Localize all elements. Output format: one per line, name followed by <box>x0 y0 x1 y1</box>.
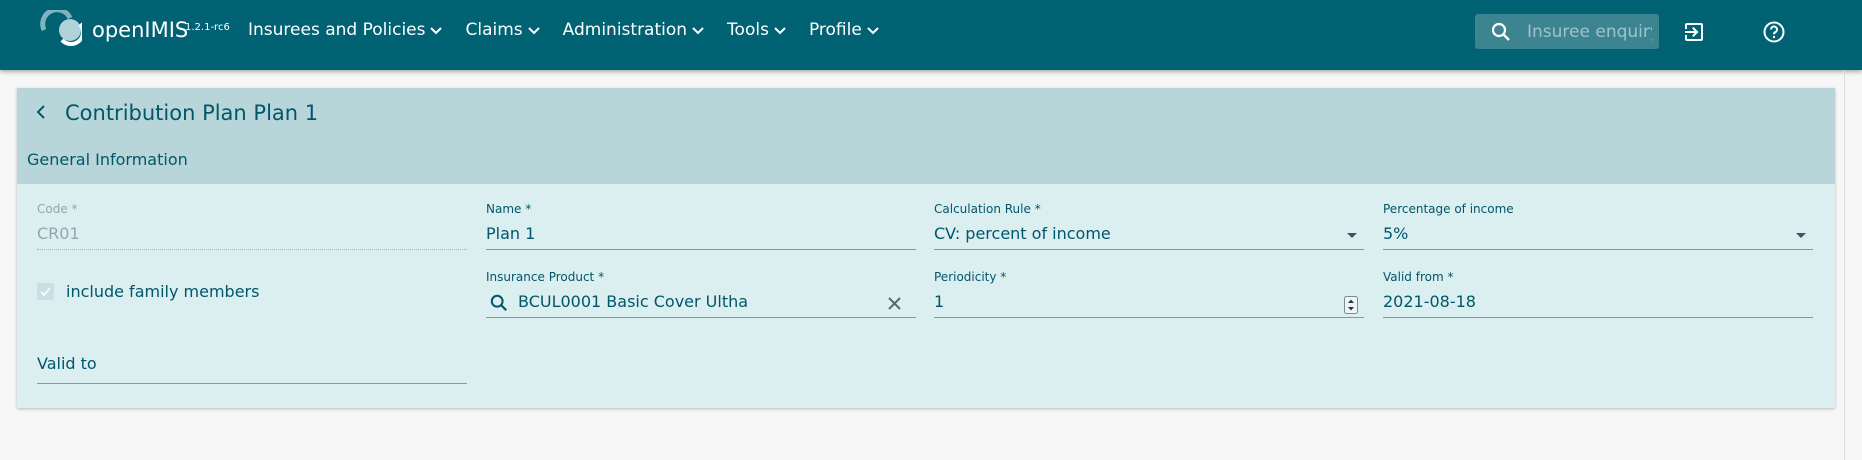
calculation-rule-select[interactable]: CV: percent of income <box>934 224 1364 250</box>
insurance-product-label: Insurance Product * <box>486 270 605 284</box>
checkbox-box[interactable] <box>37 283 54 300</box>
periodicity-input[interactable]: 1 <box>934 292 1364 318</box>
menu-profile[interactable]: Profile <box>809 20 880 40</box>
chevron-down-icon <box>692 27 704 35</box>
calculation-rule-label: Calculation Rule * <box>934 202 1041 216</box>
calculation-rule-field: Calculation Rule * CV: percent of income <box>934 202 1364 250</box>
back-arrow-icon[interactable] <box>33 104 49 120</box>
include-family-checkbox[interactable]: include family members <box>37 282 259 301</box>
calculation-rule-value: CV: percent of income <box>934 224 1111 243</box>
chevron-down-icon <box>430 27 443 35</box>
include-family-label: include family members <box>66 282 260 301</box>
insuree-enquiry-input[interactable] <box>1527 21 1652 42</box>
valid-from-field: Valid from * 2021-08-18 <box>1383 270 1813 318</box>
contribution-plan-form: Contribution Plan Plan 1 General Informa… <box>17 88 1835 408</box>
percentage-income-select[interactable]: 5% <box>1383 224 1813 250</box>
chevron-down-icon <box>867 27 879 35</box>
percentage-income-value: 5% <box>1383 224 1409 243</box>
valid-from-input[interactable]: 2021-08-18 <box>1383 292 1813 318</box>
menu-label: Tools <box>727 20 769 40</box>
chevron-down-icon <box>774 27 786 35</box>
app-version: 1.2.1-rc6 <box>185 22 230 33</box>
valid-to-input[interactable]: Valid to <box>37 354 467 384</box>
percentage-income-field: Percentage of income 5% <box>1383 202 1813 250</box>
insurance-product-input[interactable]: BCUL0001 Basic Cover Ultha <box>486 292 916 318</box>
menu-label: Claims <box>465 20 523 40</box>
valid-to-label: Valid to <box>37 354 97 373</box>
panel-header: Contribution Plan Plan 1 General Informa… <box>17 88 1835 184</box>
menu-administration[interactable]: Administration <box>563 20 705 40</box>
check-icon <box>40 287 51 297</box>
name-label: Name * <box>486 202 532 216</box>
name-input[interactable]: Plan 1 <box>486 224 916 250</box>
menu-claims[interactable]: Claims <box>465 20 540 40</box>
menu-label: Profile <box>808 20 862 40</box>
page-title: Contribution Plan Plan 1 <box>65 101 319 125</box>
dropdown-arrow-icon <box>1796 233 1806 238</box>
valid-from-label: Valid from * <box>1383 270 1454 284</box>
number-stepper-icon[interactable] <box>1344 296 1358 314</box>
menu-label: Administration <box>562 20 688 40</box>
search-icon <box>490 294 507 311</box>
chevron-down-icon <box>527 27 540 35</box>
dropdown-arrow-icon <box>1347 233 1357 238</box>
app-name: openIMIS <box>92 18 189 42</box>
clear-icon[interactable] <box>887 296 902 311</box>
periodicity-field: Periodicity * 1 <box>934 270 1364 318</box>
menu-tools[interactable]: Tools <box>727 20 787 40</box>
menu-label: Insurees and Policies <box>248 20 426 40</box>
code-field: Code * CR01 <box>37 202 467 250</box>
insuree-enquiry-search <box>1475 14 1659 49</box>
search-icon[interactable] <box>1491 22 1511 42</box>
menu-insurees-policies[interactable]: Insurees and Policies <box>248 20 443 40</box>
logout-icon[interactable] <box>1682 20 1706 44</box>
name-field: Name * Plan 1 <box>486 202 916 250</box>
openimis-logo-icon[interactable] <box>40 10 82 48</box>
page-scroll-rule <box>1844 70 1845 460</box>
section-title: General Information <box>27 150 188 169</box>
top-app-bar: openIMIS 1.2.1-rc6 Insurees and Policies… <box>0 0 1862 70</box>
help-icon[interactable] <box>1762 20 1786 44</box>
code-label: Code * <box>37 202 78 216</box>
insurance-product-value: BCUL0001 Basic Cover Ultha <box>518 292 749 311</box>
periodicity-label: Periodicity * <box>934 270 1007 284</box>
code-input: CR01 <box>37 224 467 250</box>
main-menu: Insurees and Policies Claims Administrat… <box>248 20 902 40</box>
percentage-income-label: Percentage of income <box>1383 202 1514 216</box>
periodicity-value: 1 <box>934 292 945 311</box>
insurance-product-field: Insurance Product * BCUL0001 Basic Cover… <box>486 270 916 318</box>
